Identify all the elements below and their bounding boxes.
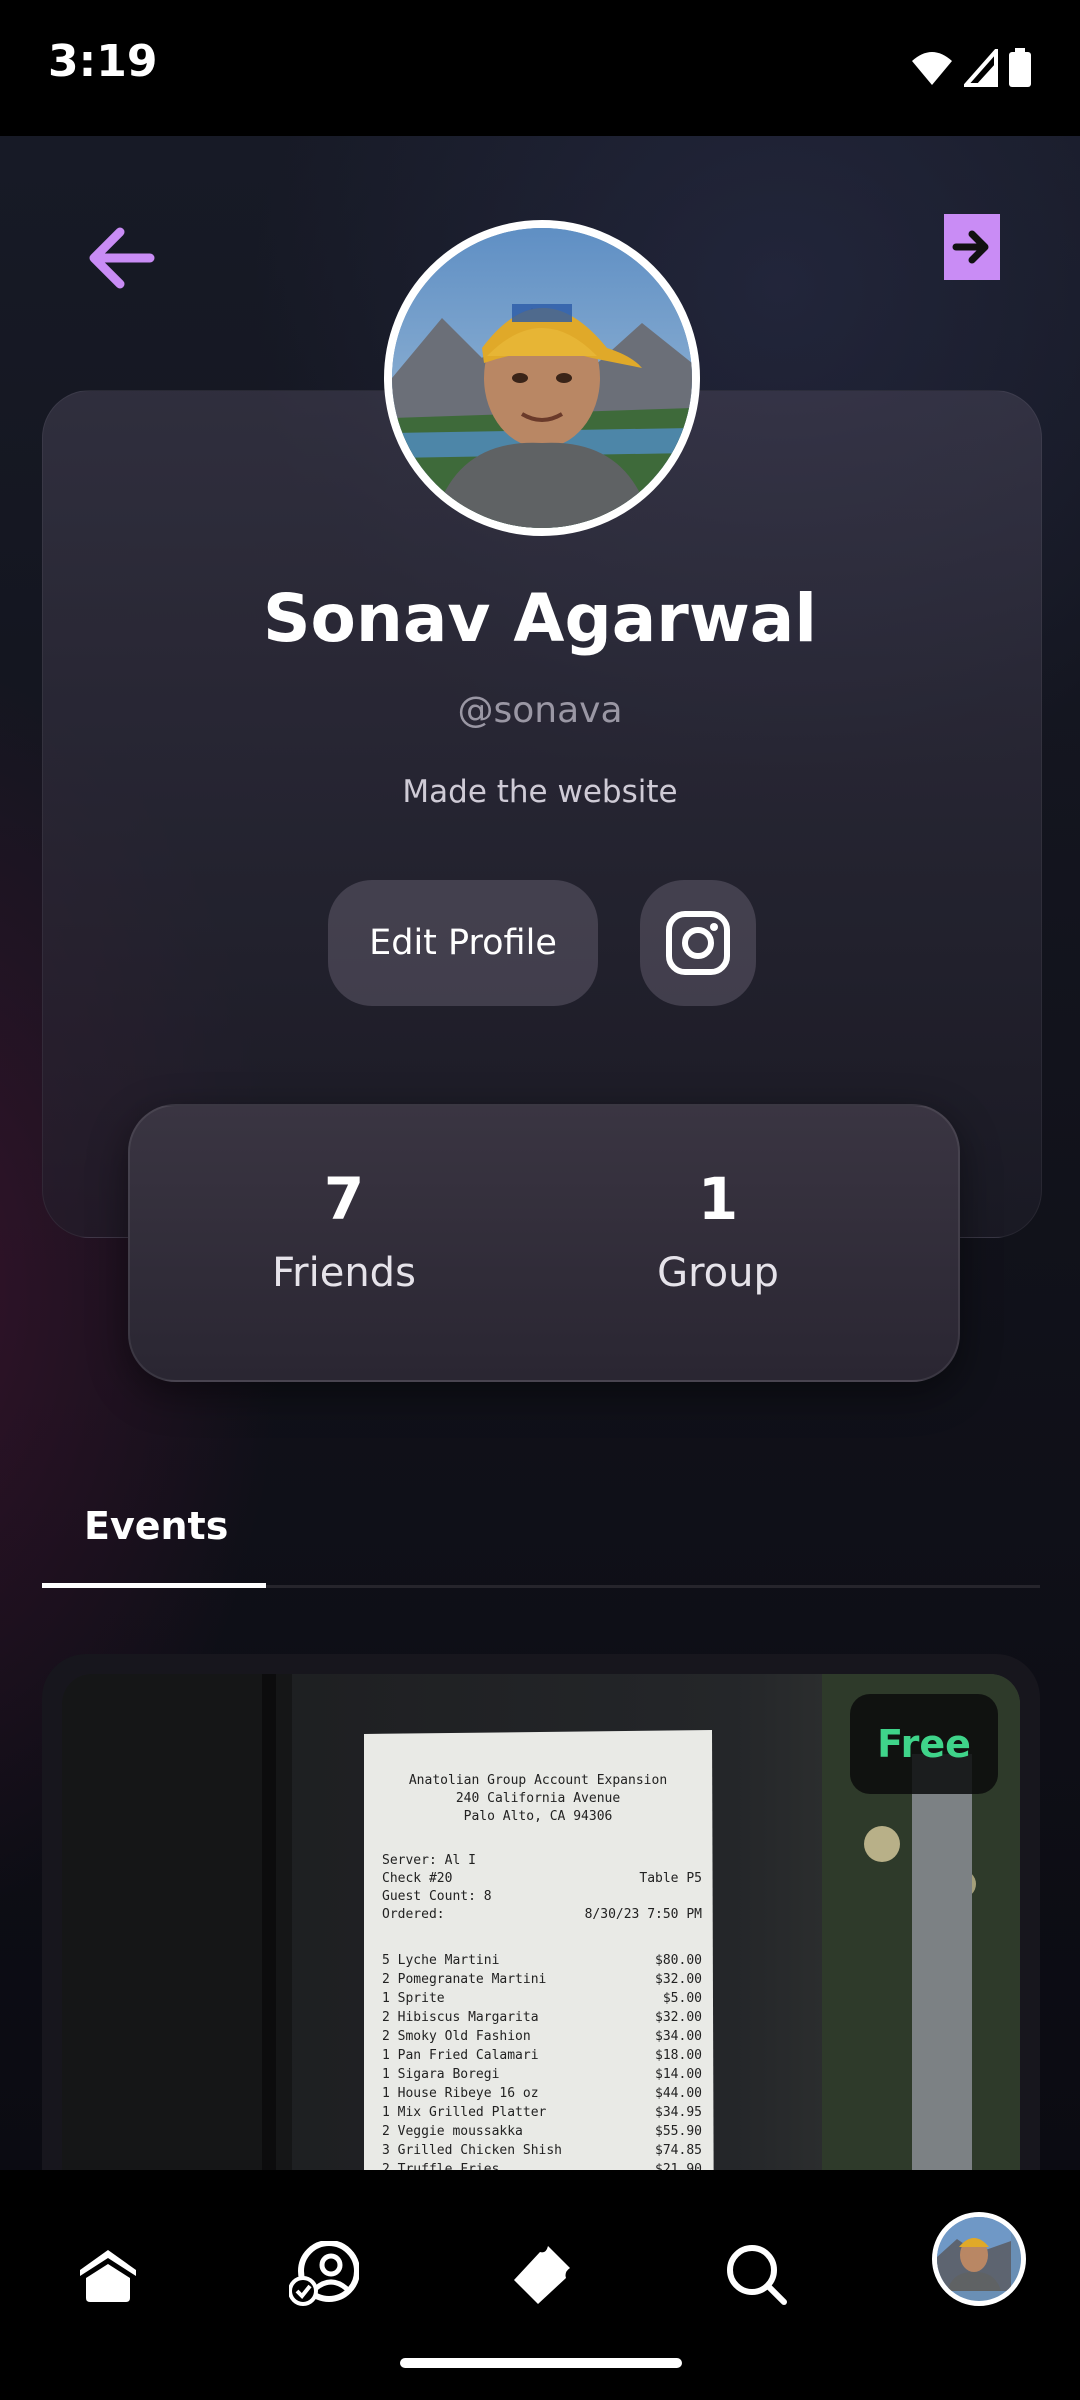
instagram-icon (666, 911, 730, 975)
receipt-price: $5.00 (663, 1991, 702, 2006)
edit-profile-button[interactable]: Edit Profile (328, 880, 598, 1006)
price-badge: Free (850, 1694, 998, 1794)
arrow-left-icon (89, 227, 155, 289)
instagram-button[interactable] (640, 880, 756, 1006)
receipt-price: $21.90 (655, 2162, 702, 2170)
receipt-item: 1 Pan Fried Calamari (382, 2048, 539, 2063)
profile-screen: Sonav Agarwal @sonava Made the website E… (0, 136, 1080, 2170)
receipt-price: $32.00 (655, 1972, 702, 1987)
tab-events-label: Events (84, 1504, 229, 1548)
receipt-header-line: 240 California Avenue (456, 1791, 621, 1806)
groups-count: 1 (697, 1165, 739, 1233)
search-icon (727, 2245, 787, 2305)
friends-label: Friends (272, 1250, 416, 1296)
receipt-item: 1 Sprite (382, 1991, 445, 2006)
receipt-info-line: 8/30/23 7:50 PM (585, 1907, 703, 1922)
receipt-header-line: Anatolian Group Account Expansion (409, 1773, 667, 1788)
signal-icon (964, 49, 998, 87)
receipt-item: 1 Sigara Boregi (382, 2067, 499, 2082)
receipt-item: 2 Pomegranate Martini (382, 1972, 546, 1987)
status-bar: 3:19 (0, 0, 1080, 136)
receipt-price: $14.00 (655, 2067, 702, 2082)
receipt-header-line: Palo Alto, CA 94306 (464, 1809, 613, 1824)
status-icons (910, 46, 1032, 90)
event-card[interactable]: Anatolian Group Account Expansion 240 Cal… (42, 1654, 1040, 2170)
friends-icon (289, 2241, 359, 2306)
back-button[interactable] (80, 216, 164, 300)
profile-handle: @sonava (457, 690, 623, 731)
nav-tickets[interactable] (494, 2226, 590, 2322)
nav-profile-avatar[interactable] (932, 2212, 1026, 2306)
receipt-info-line: Guest Count: 8 (382, 1889, 492, 1904)
ticket-icon (514, 2246, 570, 2304)
groups-label: Group (657, 1250, 779, 1296)
receipt-price: $34.95 (655, 2105, 702, 2120)
receipt-price: $32.00 (655, 2010, 702, 2025)
receipt-info-line: Server: Al I (382, 1853, 476, 1868)
receipt-item: 3 Grilled Chicken Shish (382, 2143, 562, 2158)
receipt-item: 2 Truffle Fries (382, 2162, 499, 2170)
wifi-icon (912, 52, 952, 85)
tab-active-indicator (42, 1583, 266, 1588)
home-indicator (400, 2358, 682, 2368)
profile-bio: Made the website (402, 774, 678, 810)
receipt-item: 2 Hibiscus Margarita (382, 2010, 539, 2025)
friends-count: 7 (323, 1165, 365, 1233)
receipt-item: 5 Lyche Martini (382, 1953, 499, 1968)
groups-stat[interactable]: 1 Group (568, 1170, 868, 1296)
stats-card: 7 Friends 1 Group (128, 1104, 960, 1382)
receipt-price: $34.00 (655, 2029, 702, 2044)
receipt-item: 1 Mix Grilled Platter (382, 2105, 547, 2120)
logout-icon (944, 214, 1000, 280)
friends-stat[interactable]: 7 Friends (194, 1170, 494, 1296)
tab-events[interactable]: Events (42, 1476, 266, 1588)
nav-search[interactable] (708, 2226, 804, 2322)
receipt-info-line: Table P5 (639, 1871, 702, 1886)
receipt-price: $74.85 (655, 2143, 702, 2158)
receipt-item: 2 Smoky Old Fashion (382, 2029, 531, 2044)
receipt-info-line: Ordered: (382, 1907, 445, 1922)
logout-button[interactable] (942, 212, 1002, 282)
battery-icon (1009, 48, 1031, 87)
nav-friends[interactable] (276, 2226, 372, 2322)
status-time: 3:19 (48, 36, 158, 87)
receipt-item: 1 House Ribeye 16 oz (382, 2086, 539, 2101)
receipt-price: $44.00 (655, 2086, 702, 2101)
receipt-price: $80.00 (655, 1953, 702, 1968)
tab-bar: Events (42, 1476, 1040, 1588)
nav-home[interactable] (60, 2226, 156, 2322)
receipt-item: 2 Veggie moussakka (382, 2124, 523, 2139)
receipt-info-line: Check #20 (382, 1871, 452, 1886)
profile-name: Sonav Agarwal (263, 580, 817, 657)
home-icon (80, 2250, 136, 2302)
receipt-price: $18.00 (655, 2048, 702, 2063)
profile-avatar (384, 220, 700, 536)
receipt-price: $55.90 (655, 2124, 702, 2139)
